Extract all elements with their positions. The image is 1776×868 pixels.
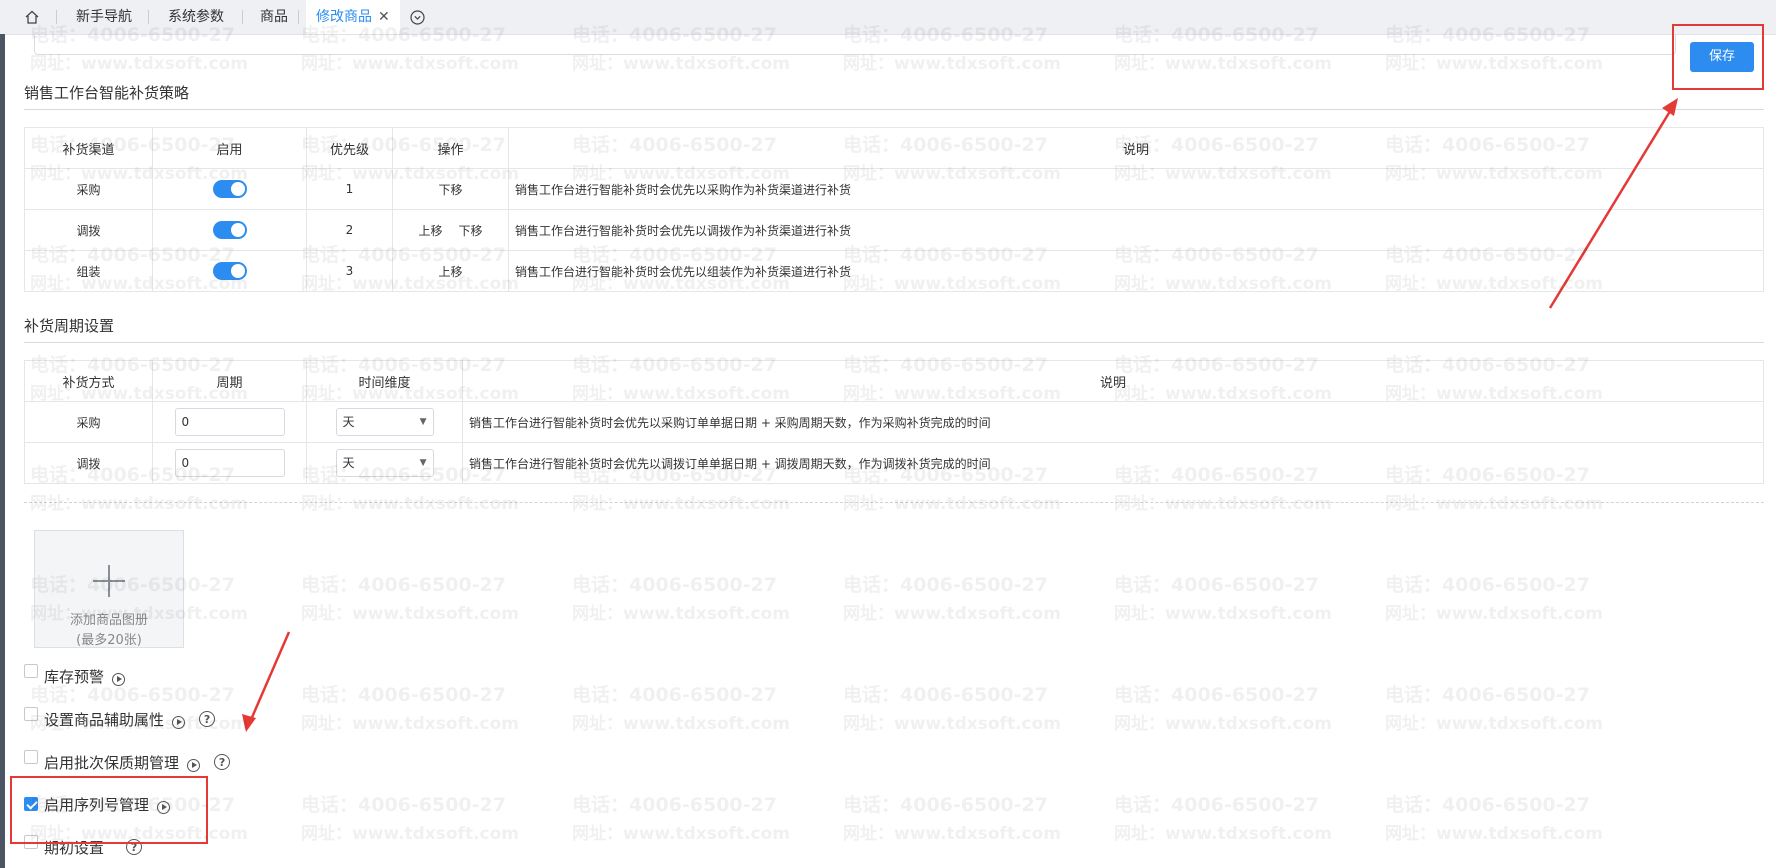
annotation-arrows [242,98,1678,732]
